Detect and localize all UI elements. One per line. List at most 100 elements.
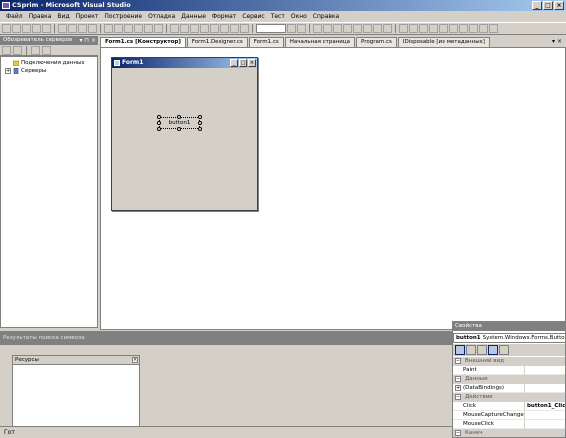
toolbar-icon[interactable]: [58, 24, 67, 33]
form1-window[interactable]: Form1 _ □ × button1: [111, 57, 258, 211]
resize-handle[interactable]: [198, 121, 202, 125]
panel-controls[interactable]: ▾ ⊓ ×: [79, 36, 96, 45]
collapse-icon[interactable]: −: [455, 376, 461, 382]
toolbar-icon[interactable]: [343, 24, 352, 33]
toolbar-icon[interactable]: [12, 24, 21, 33]
toolbar-icon[interactable]: [32, 24, 41, 33]
toolbar-icon[interactable]: [323, 24, 332, 33]
property-value[interactable]: [525, 366, 565, 375]
toolbar-icon[interactable]: [114, 24, 123, 33]
toolbar-icon[interactable]: [419, 24, 428, 33]
property-row-mousecapturechanged[interactable]: MouseCaptureChanged: [453, 411, 565, 420]
menu-build[interactable]: Построение: [101, 11, 145, 22]
tab-controls[interactable]: ▾ ×: [552, 37, 562, 46]
expand-icon[interactable]: +: [455, 385, 461, 391]
toolbar-icon[interactable]: [190, 24, 199, 33]
resize-handle[interactable]: [198, 127, 202, 131]
tab-form1-designer-cs[interactable]: Form1.Designer.cs: [186, 37, 248, 47]
tab-form1-designer[interactable]: Form1.cs [Конструктор]: [100, 37, 186, 47]
menu-debug[interactable]: Отладка: [145, 11, 178, 22]
property-value[interactable]: [525, 420, 565, 429]
object-selector[interactable]: button1 System.Windows.Forms.Button: [453, 333, 565, 343]
events-icon[interactable]: [488, 345, 498, 355]
stop-refresh-icon[interactable]: [13, 45, 22, 55]
toolbar-icon[interactable]: [170, 24, 179, 33]
toolbar-icon[interactable]: [469, 24, 478, 33]
menu-data[interactable]: Данные: [178, 11, 209, 22]
toolbar-icon[interactable]: [2, 24, 11, 33]
toolbar-icon[interactable]: [144, 24, 153, 33]
tab-form1-cs[interactable]: Form1.cs: [248, 37, 284, 47]
resize-handle[interactable]: [157, 115, 161, 119]
tab-start-page[interactable]: Начальная страница: [284, 37, 355, 47]
toolbar-icon[interactable]: [313, 24, 322, 33]
toolbar-icon[interactable]: [154, 24, 163, 33]
toolbar-icon[interactable]: [363, 24, 372, 33]
property-pages-icon[interactable]: [499, 345, 509, 355]
property-value[interactable]: [525, 384, 565, 393]
toolbar-icon[interactable]: [124, 24, 133, 33]
connect-database-icon[interactable]: [31, 45, 40, 55]
category-action[interactable]: − Действие: [453, 393, 565, 402]
property-value[interactable]: button1_Click: [525, 402, 565, 411]
categorized-icon[interactable]: [455, 345, 465, 355]
tab-program-cs[interactable]: Program.cs: [356, 37, 397, 47]
collapse-icon[interactable]: −: [455, 394, 461, 400]
minimize-button[interactable]: _: [532, 1, 542, 10]
property-value[interactable]: [525, 411, 565, 420]
property-row-click[interactable]: Click button1_Click: [453, 402, 565, 411]
resize-handle[interactable]: [157, 121, 161, 125]
toolbar-icon[interactable]: [22, 24, 31, 33]
toolbar-icon[interactable]: [479, 24, 488, 33]
toolbar-icon[interactable]: [439, 24, 448, 33]
toolbar-icon[interactable]: [88, 24, 97, 33]
toolbar-icon[interactable]: [287, 24, 296, 33]
tree-item-servers[interactable]: + Серверы: [5, 67, 46, 75]
tab-idisposable[interactable]: IDisposable [из метаданных]: [397, 37, 490, 47]
resize-handle[interactable]: [177, 127, 181, 131]
toolbar-icon[interactable]: [383, 24, 392, 33]
toolbar-icon[interactable]: [200, 24, 209, 33]
toolbar-icon[interactable]: [449, 24, 458, 33]
resources-close-icon[interactable]: ×: [132, 357, 138, 363]
menu-edit[interactable]: Правка: [26, 11, 55, 22]
menu-tools[interactable]: Сервис: [239, 11, 267, 22]
expand-icon[interactable]: +: [5, 68, 11, 74]
toolbar-icon[interactable]: [220, 24, 229, 33]
menu-help[interactable]: Справка: [310, 11, 342, 22]
menu-window[interactable]: Окно: [288, 11, 310, 22]
toolbar-icon[interactable]: [68, 24, 77, 33]
find-symbol-results-bar[interactable]: Результаты поиска символа: [0, 331, 452, 345]
menu-test[interactable]: Тест: [268, 11, 288, 22]
toolbar-icon[interactable]: [333, 24, 342, 33]
form-close-button[interactable]: ×: [248, 59, 256, 67]
collapse-icon[interactable]: −: [455, 358, 461, 364]
toolbar-icon[interactable]: [104, 24, 113, 33]
toolbar-icon[interactable]: [180, 24, 189, 33]
maximize-button[interactable]: □: [543, 1, 553, 10]
toolbar-icon[interactable]: [78, 24, 87, 33]
category-focus[interactable]: − Канеч: [453, 429, 565, 437]
form-minimize-button[interactable]: _: [230, 59, 238, 67]
property-row-paint[interactable]: Paint: [453, 366, 565, 375]
toolbar-icon[interactable]: [297, 24, 306, 33]
connect-server-icon[interactable]: [42, 45, 51, 55]
category-appearance[interactable]: − Внешний вид: [453, 357, 565, 366]
tree-item-data-connections[interactable]: Подключения данных: [5, 59, 85, 67]
property-row-mouseclick[interactable]: MouseClick: [453, 420, 565, 429]
toolbar-icon[interactable]: [210, 24, 219, 33]
toolbar-icon[interactable]: [459, 24, 468, 33]
toolbar-icon[interactable]: [42, 24, 51, 33]
properties-icon[interactable]: [477, 345, 487, 355]
toolbar-icon[interactable]: [409, 24, 418, 33]
configuration-combo[interactable]: [256, 24, 286, 33]
toolbar-icon[interactable]: [240, 24, 249, 33]
toolbar-icon[interactable]: [373, 24, 382, 33]
category-data[interactable]: − Данные: [453, 375, 565, 384]
collapse-icon[interactable]: −: [455, 430, 461, 436]
menu-file[interactable]: Файл: [3, 11, 26, 22]
resize-handle[interactable]: [157, 127, 161, 131]
toolbar-icon[interactable]: [134, 24, 143, 33]
toolbar-icon[interactable]: [399, 24, 408, 33]
toolbar-icon[interactable]: [230, 24, 239, 33]
